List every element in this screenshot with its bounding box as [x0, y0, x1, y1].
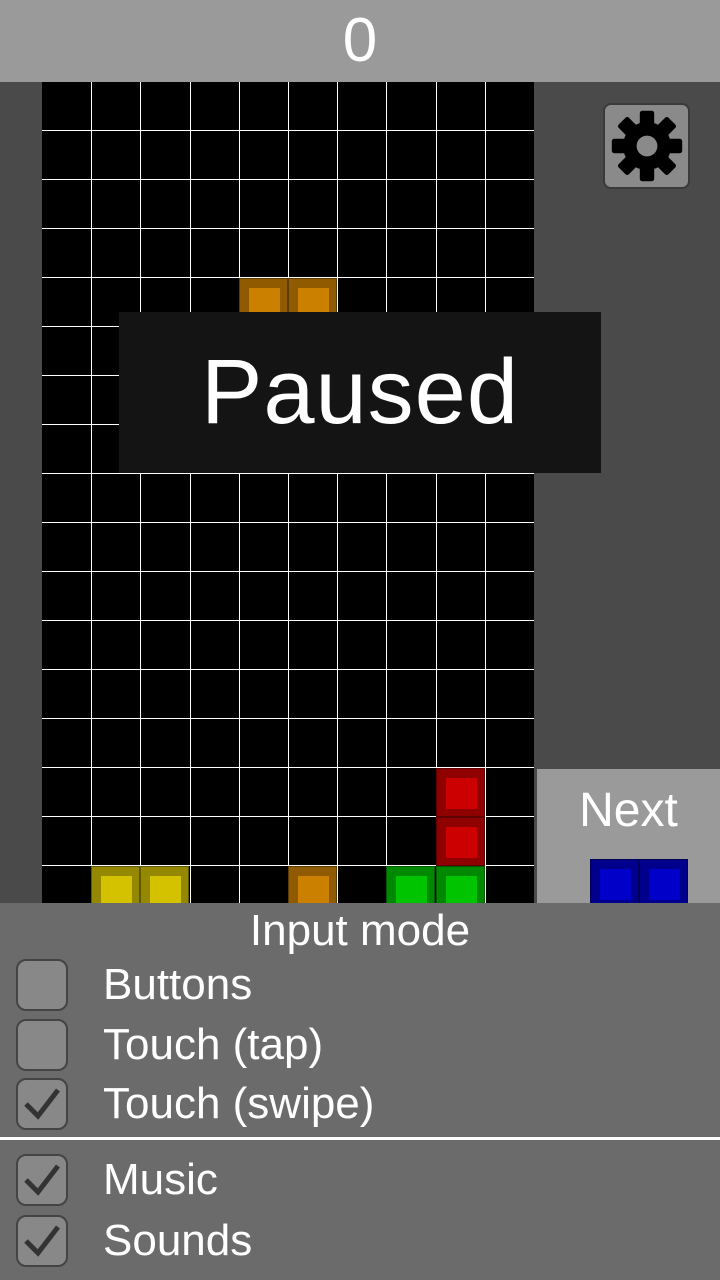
checkmark-icon	[24, 1164, 60, 1196]
next-block	[590, 859, 639, 903]
grid-line	[91, 82, 92, 903]
block-yellow	[91, 866, 140, 903]
settings-button[interactable]	[603, 103, 690, 189]
grid-line	[42, 473, 534, 474]
grid-line	[42, 228, 534, 229]
option-touch-swipe[interactable]: Touch (swipe)	[16, 1076, 716, 1132]
next-block	[639, 859, 688, 903]
checkmark-icon	[24, 1225, 60, 1257]
left-margin	[0, 82, 42, 903]
next-piece-box: Next	[537, 769, 720, 903]
checkmark-icon	[24, 1088, 60, 1120]
sounds-label: Sounds	[103, 1216, 253, 1265]
score-value: 0	[342, 6, 378, 75]
buttons-label: Buttons	[103, 960, 253, 1009]
grid-line	[42, 179, 534, 180]
touch-swipe-checkbox[interactable]	[16, 1078, 68, 1130]
grid-line	[140, 82, 141, 903]
sounds-checkbox[interactable]	[16, 1215, 68, 1267]
option-buttons[interactable]: Buttons	[16, 957, 716, 1013]
gear-icon	[611, 110, 682, 182]
grid-line	[42, 130, 534, 131]
block-orange	[288, 866, 337, 903]
touch-tap-label: Touch (tap)	[103, 1020, 324, 1069]
grid-line	[42, 669, 534, 670]
option-sounds[interactable]: Sounds	[16, 1213, 716, 1269]
block-red	[436, 817, 485, 866]
paused-overlay: Paused	[119, 312, 601, 473]
touch-tap-checkbox[interactable]	[16, 1019, 68, 1071]
next-label: Next	[579, 784, 678, 837]
grid-line	[239, 82, 240, 903]
touch-swipe-label: Touch (swipe)	[103, 1079, 375, 1128]
grid-line	[42, 522, 534, 523]
block-green	[436, 866, 485, 903]
grid-line	[337, 82, 338, 903]
buttons-checkbox[interactable]	[16, 959, 68, 1011]
block-yellow	[140, 866, 189, 903]
grid-line	[386, 82, 387, 903]
grid-line	[42, 718, 534, 719]
input-mode-title: Input mode	[249, 906, 471, 955]
grid-line	[42, 571, 534, 572]
section-divider	[0, 1137, 720, 1140]
grid-line	[190, 82, 191, 903]
paused-text: Paused	[200, 341, 520, 443]
game-board[interactable]	[42, 82, 534, 903]
grid-line	[42, 620, 534, 621]
option-touch-tap[interactable]: Touch (tap)	[16, 1017, 716, 1073]
option-music[interactable]: Music	[16, 1152, 716, 1208]
grid-line	[288, 82, 289, 903]
block-red	[436, 768, 485, 817]
grid-line	[485, 82, 486, 903]
music-checkbox[interactable]	[16, 1154, 68, 1206]
block-green	[386, 866, 435, 903]
music-label: Music	[103, 1155, 218, 1204]
score-bar: 0	[0, 0, 720, 82]
